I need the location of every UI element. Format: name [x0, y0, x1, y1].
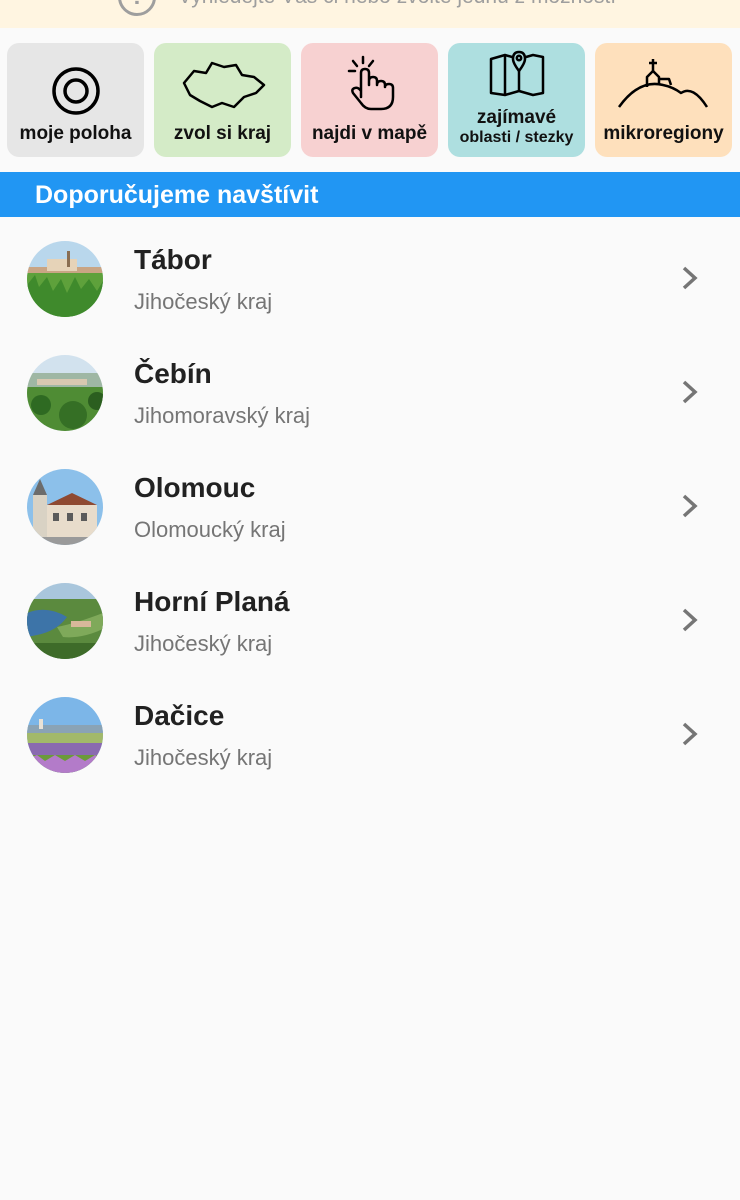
section-title: Doporučujeme navštívit	[35, 181, 319, 209]
place-thumbnail	[27, 355, 103, 431]
pointing-hand-icon	[347, 55, 395, 111]
hint-banner: ! Vyhledejte Vás či nebo zvolte jednu z …	[0, 0, 740, 28]
recommended-list: Tábor Jihočeský kraj Čebín Jihomoravský …	[0, 218, 740, 788]
place-name: Horní Planá	[134, 586, 290, 617]
place-region: Jihomoravský kraj	[134, 403, 311, 428]
list-item[interactable]: Čebín Jihomoravský kraj	[0, 332, 740, 446]
choose-region-label: zvol si kraj	[173, 123, 272, 144]
alert-circle-icon: !	[118, 0, 156, 16]
microregions-button[interactable]: mikroregiony	[595, 43, 732, 157]
place-region: Jihočeský kraj	[134, 289, 273, 314]
section-header: Doporučujeme navštívit	[0, 172, 740, 217]
target-icon	[52, 67, 100, 115]
my-location-label: moje poloha	[19, 123, 132, 144]
chevron-right-icon	[682, 608, 698, 632]
place-thumbnail	[27, 241, 103, 317]
find-on-map-label: najdi v mapě	[311, 123, 428, 144]
interesting-areas-button[interactable]: zajímavé oblasti / stezky	[448, 43, 585, 157]
quick-actions: moje poloha zvol si kraj najdi v mapě za…	[7, 43, 732, 157]
place-region: Jihočeský kraj	[134, 631, 273, 656]
list-item[interactable]: Olomouc Olomoucký kraj	[0, 446, 740, 560]
place-thumbnail	[27, 469, 103, 545]
hint-text: Vyhledejte Vás či nebo zvolte jednu z mo…	[178, 0, 616, 9]
place-thumbnail	[27, 583, 103, 659]
my-location-button[interactable]: moje poloha	[7, 43, 144, 157]
list-item[interactable]: Dačice Jihočeský kraj	[0, 674, 740, 788]
list-item[interactable]: Tábor Jihočeský kraj	[0, 218, 740, 332]
place-name: Olomouc	[134, 472, 256, 503]
find-on-map-button[interactable]: najdi v mapě	[301, 43, 438, 157]
chevron-right-icon	[682, 722, 698, 746]
place-region: Jihočeský kraj	[134, 745, 273, 770]
czech-map-icon	[182, 61, 266, 109]
interesting-areas-line1: zajímavé	[476, 107, 557, 128]
place-name: Tábor	[134, 244, 212, 275]
place-name: Dačice	[134, 700, 225, 731]
list-item[interactable]: Horní Planá Jihočeský kraj	[0, 560, 740, 674]
place-thumbnail	[27, 697, 103, 773]
hill-chapel-icon	[617, 59, 709, 108]
folded-map-pin-icon	[489, 50, 545, 97]
place-name: Čebín	[134, 358, 212, 389]
chevron-right-icon	[682, 266, 698, 290]
chevron-right-icon	[682, 380, 698, 404]
choose-region-button[interactable]: zvol si kraj	[154, 43, 291, 157]
interesting-areas-label: zajímavé oblasti / stezky	[448, 108, 585, 148]
chevron-right-icon	[682, 494, 698, 518]
place-region: Olomoucký kraj	[134, 517, 286, 542]
interesting-areas-line2: oblasti / stezky	[459, 129, 574, 146]
microregions-label: mikroregiony	[603, 123, 724, 144]
